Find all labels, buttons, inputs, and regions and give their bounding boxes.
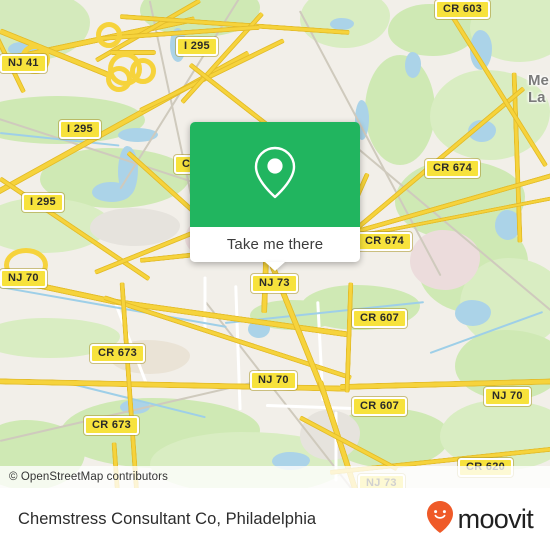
callout-header: [190, 122, 360, 227]
place-title: Chemstress Consultant Co, Philadelphia: [18, 509, 317, 528]
map-attribution-bar: © OpenStreetMap contributors: [0, 466, 550, 488]
footer-bar: Chemstress Consultant Co, Philadelphia m…: [0, 488, 550, 550]
map-pin-icon: [252, 144, 298, 205]
highway-shield: I 295: [22, 193, 64, 212]
callout-action[interactable]: Take me there: [190, 227, 360, 271]
attribution-text: © OpenStreetMap contributors: [9, 471, 168, 483]
take-me-there-label: Take me there: [226, 236, 324, 253]
highway-shield: I 295: [176, 37, 218, 56]
highway-shield: CR 603: [435, 0, 491, 19]
moovit-smiley-pin-icon: [425, 500, 455, 539]
highway-shield: NJ 73: [251, 274, 298, 293]
place-name-label: Me La: [528, 72, 549, 106]
highway-shield: CR 607: [352, 309, 408, 328]
moovit-brand[interactable]: moovit: [425, 500, 534, 539]
highway-shield: I 295: [59, 120, 101, 139]
place-name-line: La: [528, 89, 546, 106]
place-callout-card[interactable]: Take me there: [190, 122, 360, 271]
highway-shield: NJ 70: [250, 371, 297, 390]
place-name-line: Me: [528, 72, 549, 89]
highway-shield: CR 674: [425, 159, 481, 178]
highway-shield: CR 673: [90, 344, 146, 363]
highway-shield: CR 607: [352, 397, 408, 416]
highway-shield: NJ 70: [484, 387, 531, 406]
map-canvas[interactable]: CR 603 I 295 NJ 41 I 295 CR 674 C I 295 CR 674 N…: [0, 0, 550, 488]
highway-shield: CR 674: [357, 232, 413, 251]
highway-shield: NJ 70: [0, 269, 47, 288]
moovit-wordmark: moovit: [457, 503, 534, 534]
highway-shield: CR 673: [84, 416, 140, 435]
highway-shield: NJ 41: [0, 54, 47, 73]
map-screenshot: CR 603 I 295 NJ 41 I 295 CR 674 C I 295 CR 674 N…: [0, 0, 550, 550]
callout-pointer: [265, 262, 285, 271]
